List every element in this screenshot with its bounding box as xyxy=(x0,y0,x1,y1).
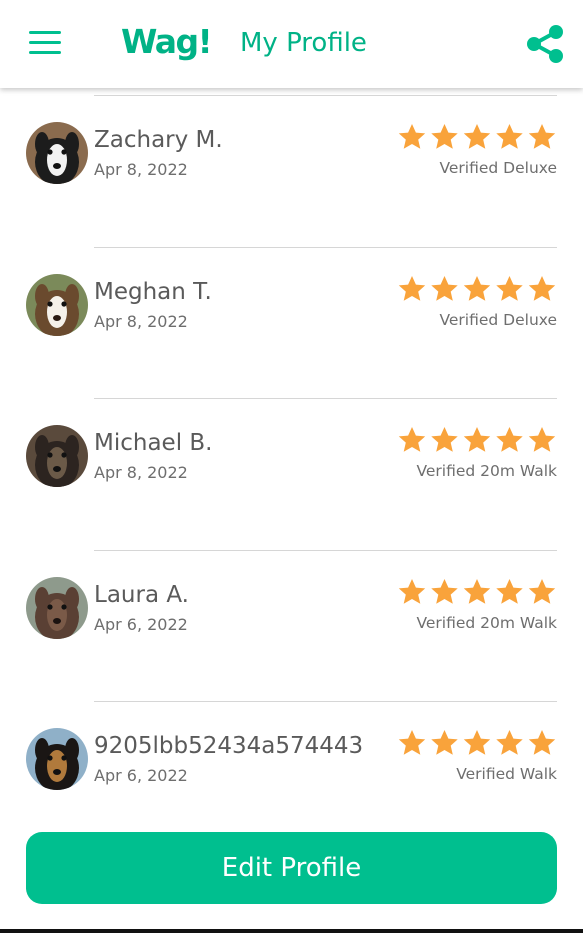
star-icon xyxy=(463,124,491,149)
hamburger-menu-icon[interactable] xyxy=(29,31,61,55)
service-type: Verified 20m Walk xyxy=(416,462,557,480)
star-icon xyxy=(528,427,556,452)
star-icon xyxy=(496,427,523,452)
star-icon xyxy=(496,579,523,604)
star-icon xyxy=(431,427,458,452)
reviewer-name: Zachary M. xyxy=(94,127,223,153)
star-icon xyxy=(431,730,458,755)
star-icon xyxy=(431,579,458,604)
star-icon xyxy=(496,730,523,755)
star-icon xyxy=(431,276,458,301)
bottom-edge-bar xyxy=(0,929,583,933)
star-icon xyxy=(398,730,426,755)
reviewer-name: 9205lbb52434a574443 xyxy=(94,733,364,759)
star-rating xyxy=(398,730,556,755)
reviewer-name: Meghan T. xyxy=(94,279,212,305)
star-icon xyxy=(496,124,523,149)
star-icon xyxy=(398,124,426,149)
review-item[interactable]: Laura A. Apr 6, 2022 Verified 20m Walk xyxy=(0,543,583,694)
star-icon xyxy=(463,276,491,301)
review-date: Apr 6, 2022 xyxy=(94,615,188,634)
share-icon[interactable] xyxy=(524,24,566,64)
review-item[interactable]: Zachary M. Apr 8, 2022 Verified Deluxe xyxy=(0,88,583,239)
review-item[interactable]: Michael B. Apr 8, 2022 Verified 20m Walk xyxy=(0,391,583,542)
star-icon xyxy=(528,579,556,604)
review-date: Apr 8, 2022 xyxy=(94,463,188,482)
service-type: Verified Deluxe xyxy=(439,311,557,329)
star-icon xyxy=(463,730,491,755)
reviewer-name: Michael B. xyxy=(94,430,213,456)
edit-profile-button[interactable]: Edit Profile xyxy=(26,832,557,904)
star-icon xyxy=(398,427,426,452)
review-item[interactable]: 9205lbb52434a574443 Apr 6, 2022 Verified W… xyxy=(0,694,583,845)
star-icon xyxy=(528,730,556,755)
star-icon xyxy=(398,276,426,301)
star-icon xyxy=(398,579,426,604)
star-icon xyxy=(463,579,491,604)
dog-avatar xyxy=(26,577,88,639)
star-icon xyxy=(431,124,458,149)
service-type: Verified Walk xyxy=(456,765,557,783)
dog-avatar xyxy=(26,728,88,790)
dog-avatar xyxy=(26,274,88,336)
dog-avatar xyxy=(26,425,88,487)
app-header: Wag! My Profile xyxy=(0,0,583,88)
star-icon xyxy=(528,124,556,149)
review-date: Apr 8, 2022 xyxy=(94,160,188,179)
dog-avatar xyxy=(26,122,88,184)
star-icon xyxy=(496,276,523,301)
service-type: Verified 20m Walk xyxy=(416,614,557,632)
review-date: Apr 8, 2022 xyxy=(94,312,188,331)
star-rating xyxy=(398,579,556,604)
star-icon xyxy=(528,276,556,301)
page-title: My Profile xyxy=(240,28,367,58)
review-date: Apr 6, 2022 xyxy=(94,766,188,785)
star-rating xyxy=(398,124,556,149)
star-rating xyxy=(398,276,556,301)
service-type: Verified Deluxe xyxy=(439,159,557,177)
star-icon xyxy=(463,427,491,452)
review-item[interactable]: Meghan T. Apr 8, 2022 Verified Deluxe xyxy=(0,240,583,391)
star-rating xyxy=(398,427,556,452)
reviewer-name: Laura A. xyxy=(94,582,189,608)
wag-logo: Wag! xyxy=(121,22,213,61)
